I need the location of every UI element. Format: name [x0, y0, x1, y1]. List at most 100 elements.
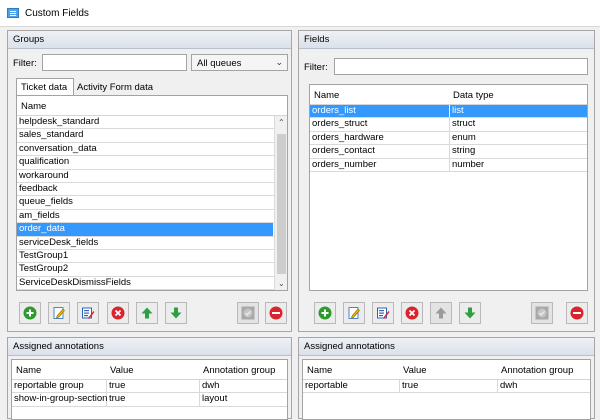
field-table-row-cell: orders_number — [310, 158, 450, 171]
group-list-item[interactable]: feedback — [17, 183, 274, 197]
scrollbar-thumb[interactable] — [277, 134, 286, 274]
field-annotation-row[interactable]: reportable true dwh — [303, 380, 590, 394]
apply-group-button[interactable] — [237, 302, 259, 324]
group-annotation-row-cell: dwh — [202, 380, 220, 391]
field-table-row[interactable]: orders_hardware enum — [310, 131, 587, 146]
group-annotations-col-group: Annotation group — [203, 365, 276, 376]
group-list-item[interactable]: TestGroup1 — [17, 250, 274, 264]
remove-group-button[interactable] — [107, 302, 129, 324]
groups-column-name: Name — [21, 101, 47, 112]
fields-filter-label: Filter: — [304, 62, 328, 73]
group-annotation-row-cell: show-in-group-section — [14, 393, 108, 406]
group-annotations-panel: Assigned annotations Name Value Annotati… — [7, 337, 292, 420]
group-list-item-cell: queue_fields — [19, 196, 73, 208]
scroll-down-icon[interactable]: ⌄ — [278, 279, 285, 288]
scroll-up-icon[interactable]: ⌃ — [278, 118, 285, 127]
fields-header: Fields — [299, 31, 594, 49]
group-list-item[interactable]: ServiceDeskDismissFields — [17, 277, 274, 290]
tab-activity-form-data[interactable]: Activity Form data — [73, 79, 158, 96]
tab-activity-form-data-label: Activity Form data — [77, 82, 154, 93]
queue-select[interactable]: All queues ⌄ — [191, 54, 288, 71]
field-table-row-cell: orders_contact — [310, 145, 450, 158]
field-table-row-cell: number — [452, 158, 485, 170]
group-annotation-row[interactable]: show-in-group-section true layout — [12, 393, 287, 407]
groups-filter-input[interactable] — [42, 54, 187, 71]
group-annotation-row-cell: true — [107, 380, 200, 393]
group-annotation-row-cell: layout — [202, 393, 228, 405]
group-annotation-row-cell: reportable group — [12, 380, 107, 393]
field-table-row[interactable]: orders_number number — [310, 158, 587, 172]
field-annotations-panel: Assigned annotations Name Value Annotati… — [298, 337, 595, 420]
group-list-item[interactable]: order_data — [17, 223, 274, 237]
arrow-down-icon — [464, 307, 476, 319]
pencil-page-icon — [53, 307, 65, 319]
x-circle-icon — [405, 306, 419, 320]
group-list-item[interactable]: workaround — [17, 170, 274, 183]
group-list-item-cell: qualification — [19, 156, 70, 168]
field-table-row-cell: orders_struct — [310, 118, 450, 131]
field-annotations-table-header: Name Value Annotation group — [303, 360, 590, 380]
move-field-up-button[interactable] — [430, 302, 452, 324]
group-list-item[interactable]: serviceDesk_fields — [17, 237, 274, 250]
field-table-row-cell: orders_hardware — [310, 131, 450, 145]
chevron-down-icon: ⌄ — [275, 57, 283, 67]
group-list-item[interactable]: queue_fields — [17, 196, 274, 210]
groups-panel: Groups Filter: All queues ⌄ Ticket data … — [7, 30, 292, 332]
group-list-item-cell: am_fields — [19, 209, 60, 221]
add-group-button[interactable] — [19, 302, 41, 324]
move-group-up-button[interactable] — [136, 302, 158, 324]
move-group-down-button[interactable] — [165, 302, 187, 324]
queue-select-value: All queues — [197, 58, 242, 69]
move-field-down-button[interactable] — [459, 302, 481, 324]
group-list-item-cell: workaround — [19, 169, 69, 181]
group-list-item[interactable]: am_fields — [17, 209, 274, 224]
edit-field-values-button[interactable] — [372, 302, 394, 324]
group-list-item[interactable]: helpdesk_standard — [17, 116, 274, 130]
group-list-item-cell: feedback — [19, 183, 58, 194]
group-annotation-row[interactable]: reportable group true dwh — [12, 380, 287, 394]
window-title: Custom Fields — [25, 8, 89, 19]
window-titlebar: Custom Fields — [0, 0, 600, 27]
edit-field-button[interactable] — [343, 302, 365, 324]
groups-scrollbar[interactable]: ⌃ ⌄ — [274, 116, 287, 290]
fields-table: Name Data type orders_list list orders_str… — [309, 84, 588, 291]
field-annotation-row-cell: reportable — [303, 380, 400, 393]
check-circle-icon — [241, 306, 255, 320]
group-list-item-cell: TestGroup1 — [19, 250, 69, 261]
edit-group-button[interactable] — [48, 302, 70, 324]
group-annotations-col-value: Value — [110, 365, 134, 376]
group-list-item[interactable]: conversation_data — [17, 143, 274, 157]
field-table-row[interactable]: orders_contact string — [310, 145, 587, 159]
group-list-item[interactable]: sales_standard — [17, 129, 274, 143]
group-list-item-cell: TestGroup2 — [19, 263, 69, 275]
group-list-item[interactable]: TestGroup2 — [17, 263, 274, 277]
arrow-down-icon — [170, 307, 182, 319]
field-table-row-cell: orders_list — [310, 105, 450, 118]
minus-circle-icon — [570, 306, 584, 320]
group-list-item[interactable]: qualification — [17, 156, 274, 170]
edit-group-fields-button[interactable] — [77, 302, 99, 324]
group-annotations-table: Name Value Annotation group reportable g… — [11, 359, 288, 420]
field-table-row[interactable]: orders_list list — [310, 105, 587, 119]
apply-field-button[interactable] — [531, 302, 553, 324]
field-annotations-header: Assigned annotations — [299, 338, 594, 356]
remove-field-button[interactable] — [401, 302, 423, 324]
field-table-row[interactable]: orders_struct struct — [310, 118, 587, 132]
delete-group-button[interactable] — [265, 302, 287, 324]
field-table-row-cell: struct — [452, 118, 476, 130]
app-icon — [7, 8, 19, 18]
delete-field-button[interactable] — [566, 302, 588, 324]
edit-list-icon — [82, 307, 95, 319]
x-circle-icon — [111, 306, 125, 320]
group-annotations-col-name: Name — [16, 365, 42, 376]
field-table-row-cell: list — [450, 105, 587, 117]
arrow-up-icon — [141, 307, 153, 319]
field-annotations-col-group: Annotation group — [501, 365, 574, 376]
pencil-page-icon — [348, 307, 360, 319]
add-field-button[interactable] — [314, 302, 336, 324]
group-annotation-row-cell: true — [107, 393, 200, 406]
check-circle-icon — [535, 306, 549, 320]
fields-filter-input[interactable] — [334, 58, 588, 75]
tab-ticket-data-label: Ticket data — [21, 82, 68, 93]
tab-ticket-data[interactable]: Ticket data — [16, 78, 74, 95]
